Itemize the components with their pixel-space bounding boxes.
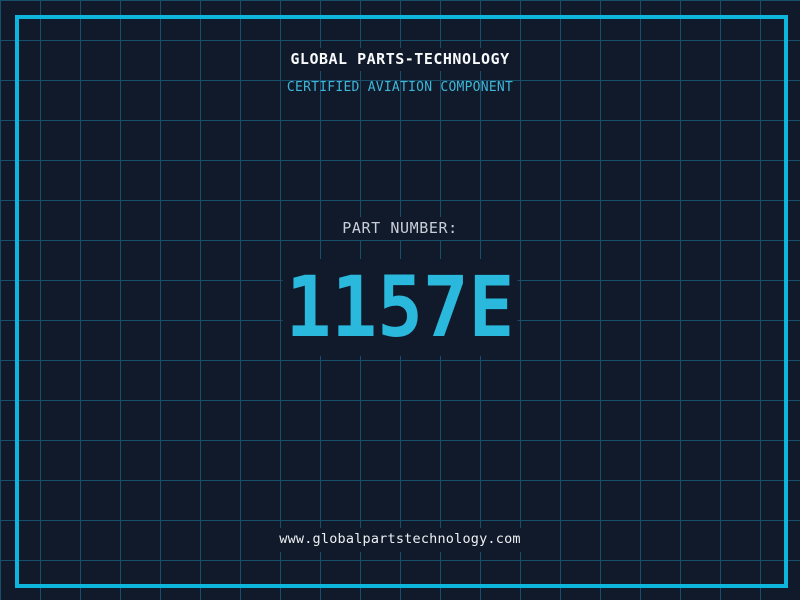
website-url: www.globalpartstechnology.com	[271, 528, 529, 552]
certification-subtitle: CERTIFIED AVIATION COMPONENT	[286, 80, 514, 95]
part-number-value: 1157E	[282, 259, 518, 356]
blueprint-grid-background: GLOBAL PARTS-TECHNOLOGY CERTIFIED AVIATI…	[0, 0, 800, 600]
part-number-label: PART NUMBER:	[334, 217, 466, 240]
brand-title: GLOBAL PARTS-TECHNOLOGY	[284, 48, 516, 71]
